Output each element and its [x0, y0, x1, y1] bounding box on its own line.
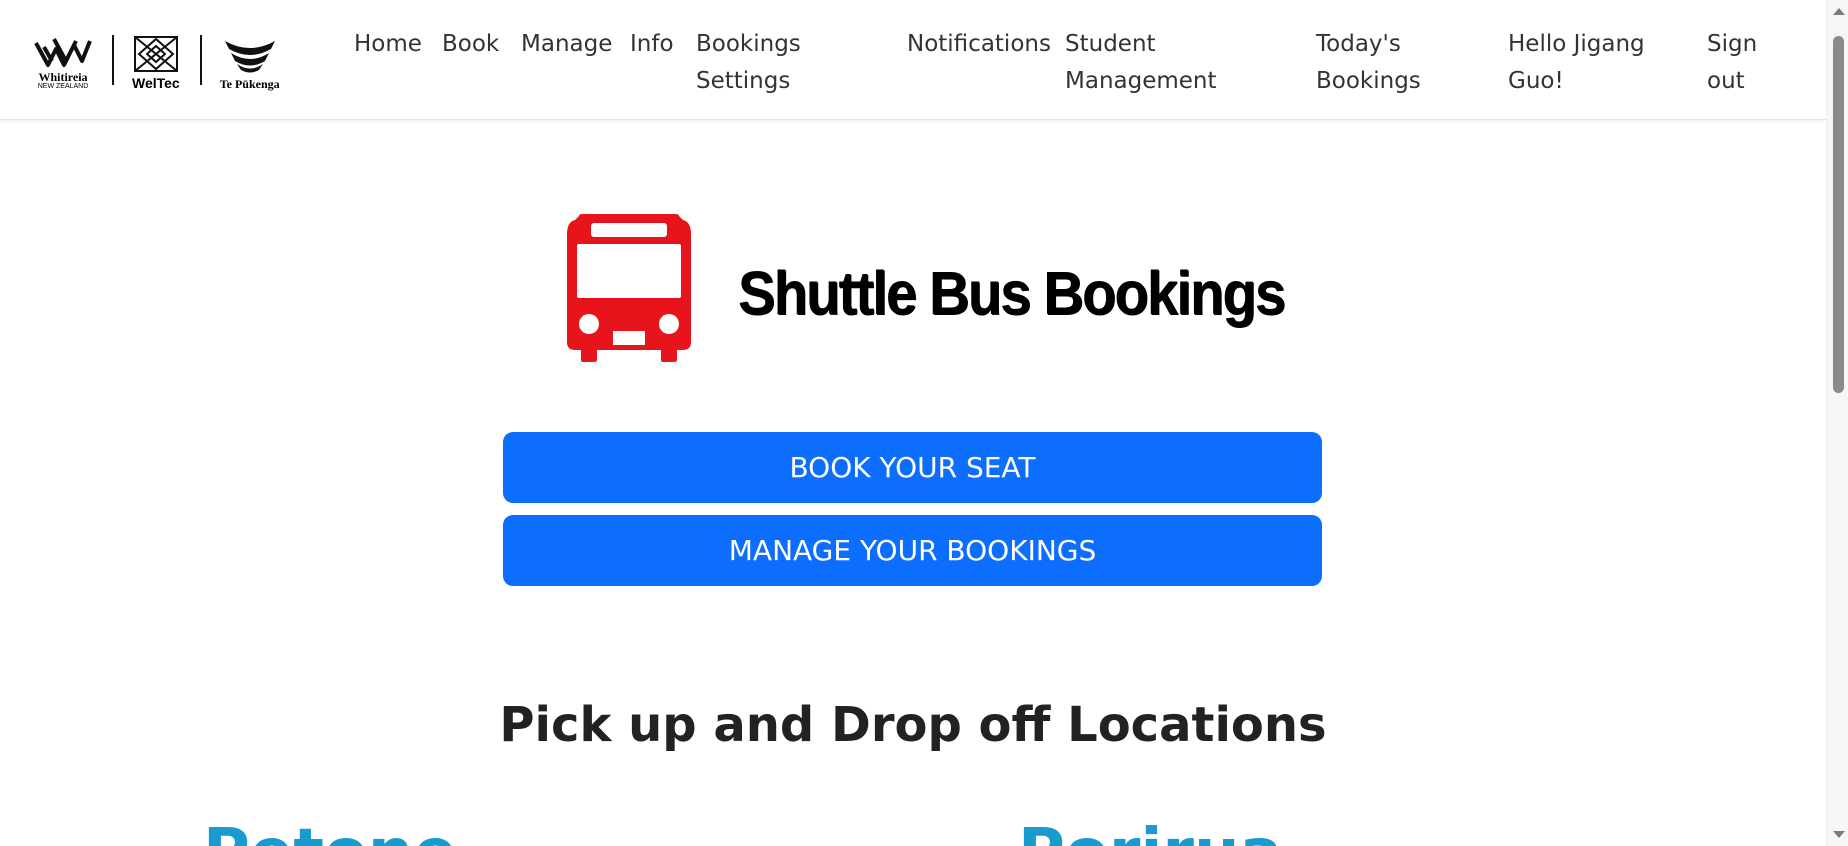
- locations-heading: Pick up and Drop off Locations: [499, 697, 1327, 753]
- nav-notifications[interactable]: Notifications: [907, 26, 1051, 63]
- book-your-seat-button[interactable]: BOOK YOUR SEAT: [503, 432, 1322, 503]
- nav-sign-out[interactable]: Sign out: [1707, 26, 1777, 100]
- te-pukenga-text: Te Pūkenga: [219, 77, 280, 91]
- manage-your-bookings-button[interactable]: MANAGE YOUR BOOKINGS: [503, 515, 1322, 586]
- nav-info[interactable]: Info: [630, 26, 674, 63]
- weltec-text: WelTec: [132, 75, 180, 91]
- nav-user-greeting[interactable]: Hello Jigang Guo!: [1508, 26, 1658, 100]
- whitireia-subtext: NEW ZEALAND: [37, 83, 89, 90]
- page-scrollbar[interactable]: [1826, 0, 1848, 846]
- nav-home[interactable]: Home: [354, 26, 422, 63]
- page-title: Shuttle Bus Bookings: [738, 259, 1286, 327]
- te-pukenga-logo: Te Pūkenga: [220, 30, 280, 90]
- location-porirua: Porirua: [1018, 818, 1283, 846]
- whitireia-logo: Whitireia NEW ZEALAND: [34, 30, 92, 90]
- nav-bookings-settings[interactable]: Bookings Settings: [696, 26, 846, 100]
- weltec-logo: WelTec: [132, 30, 180, 90]
- scrollbar-thumb[interactable]: [1833, 36, 1844, 393]
- top-navbar: Whitireia NEW ZEALAND WelTec Te Pūkenga …: [0, 0, 1826, 120]
- whitireia-text: Whitireia: [38, 70, 88, 84]
- brand-logos[interactable]: Whitireia NEW ZEALAND WelTec Te Pūkenga: [34, 30, 280, 90]
- scroll-down-arrow-icon[interactable]: [1833, 831, 1845, 838]
- brand-divider: [112, 35, 114, 85]
- nav-book[interactable]: Book: [442, 26, 499, 63]
- brand-divider: [199, 35, 202, 85]
- nav-student-management[interactable]: Student Management: [1065, 26, 1225, 100]
- nav-manage[interactable]: Manage: [521, 26, 612, 63]
- scroll-up-arrow-icon[interactable]: [1833, 8, 1845, 15]
- bus-icon: [567, 214, 691, 362]
- whitireia-icon: [34, 38, 92, 67]
- location-petone: Petone: [203, 818, 457, 846]
- weltec-icon: [133, 36, 178, 72]
- te-pukenga-icon: [224, 41, 275, 73]
- nav-todays-bookings[interactable]: Today's Bookings: [1316, 26, 1436, 100]
